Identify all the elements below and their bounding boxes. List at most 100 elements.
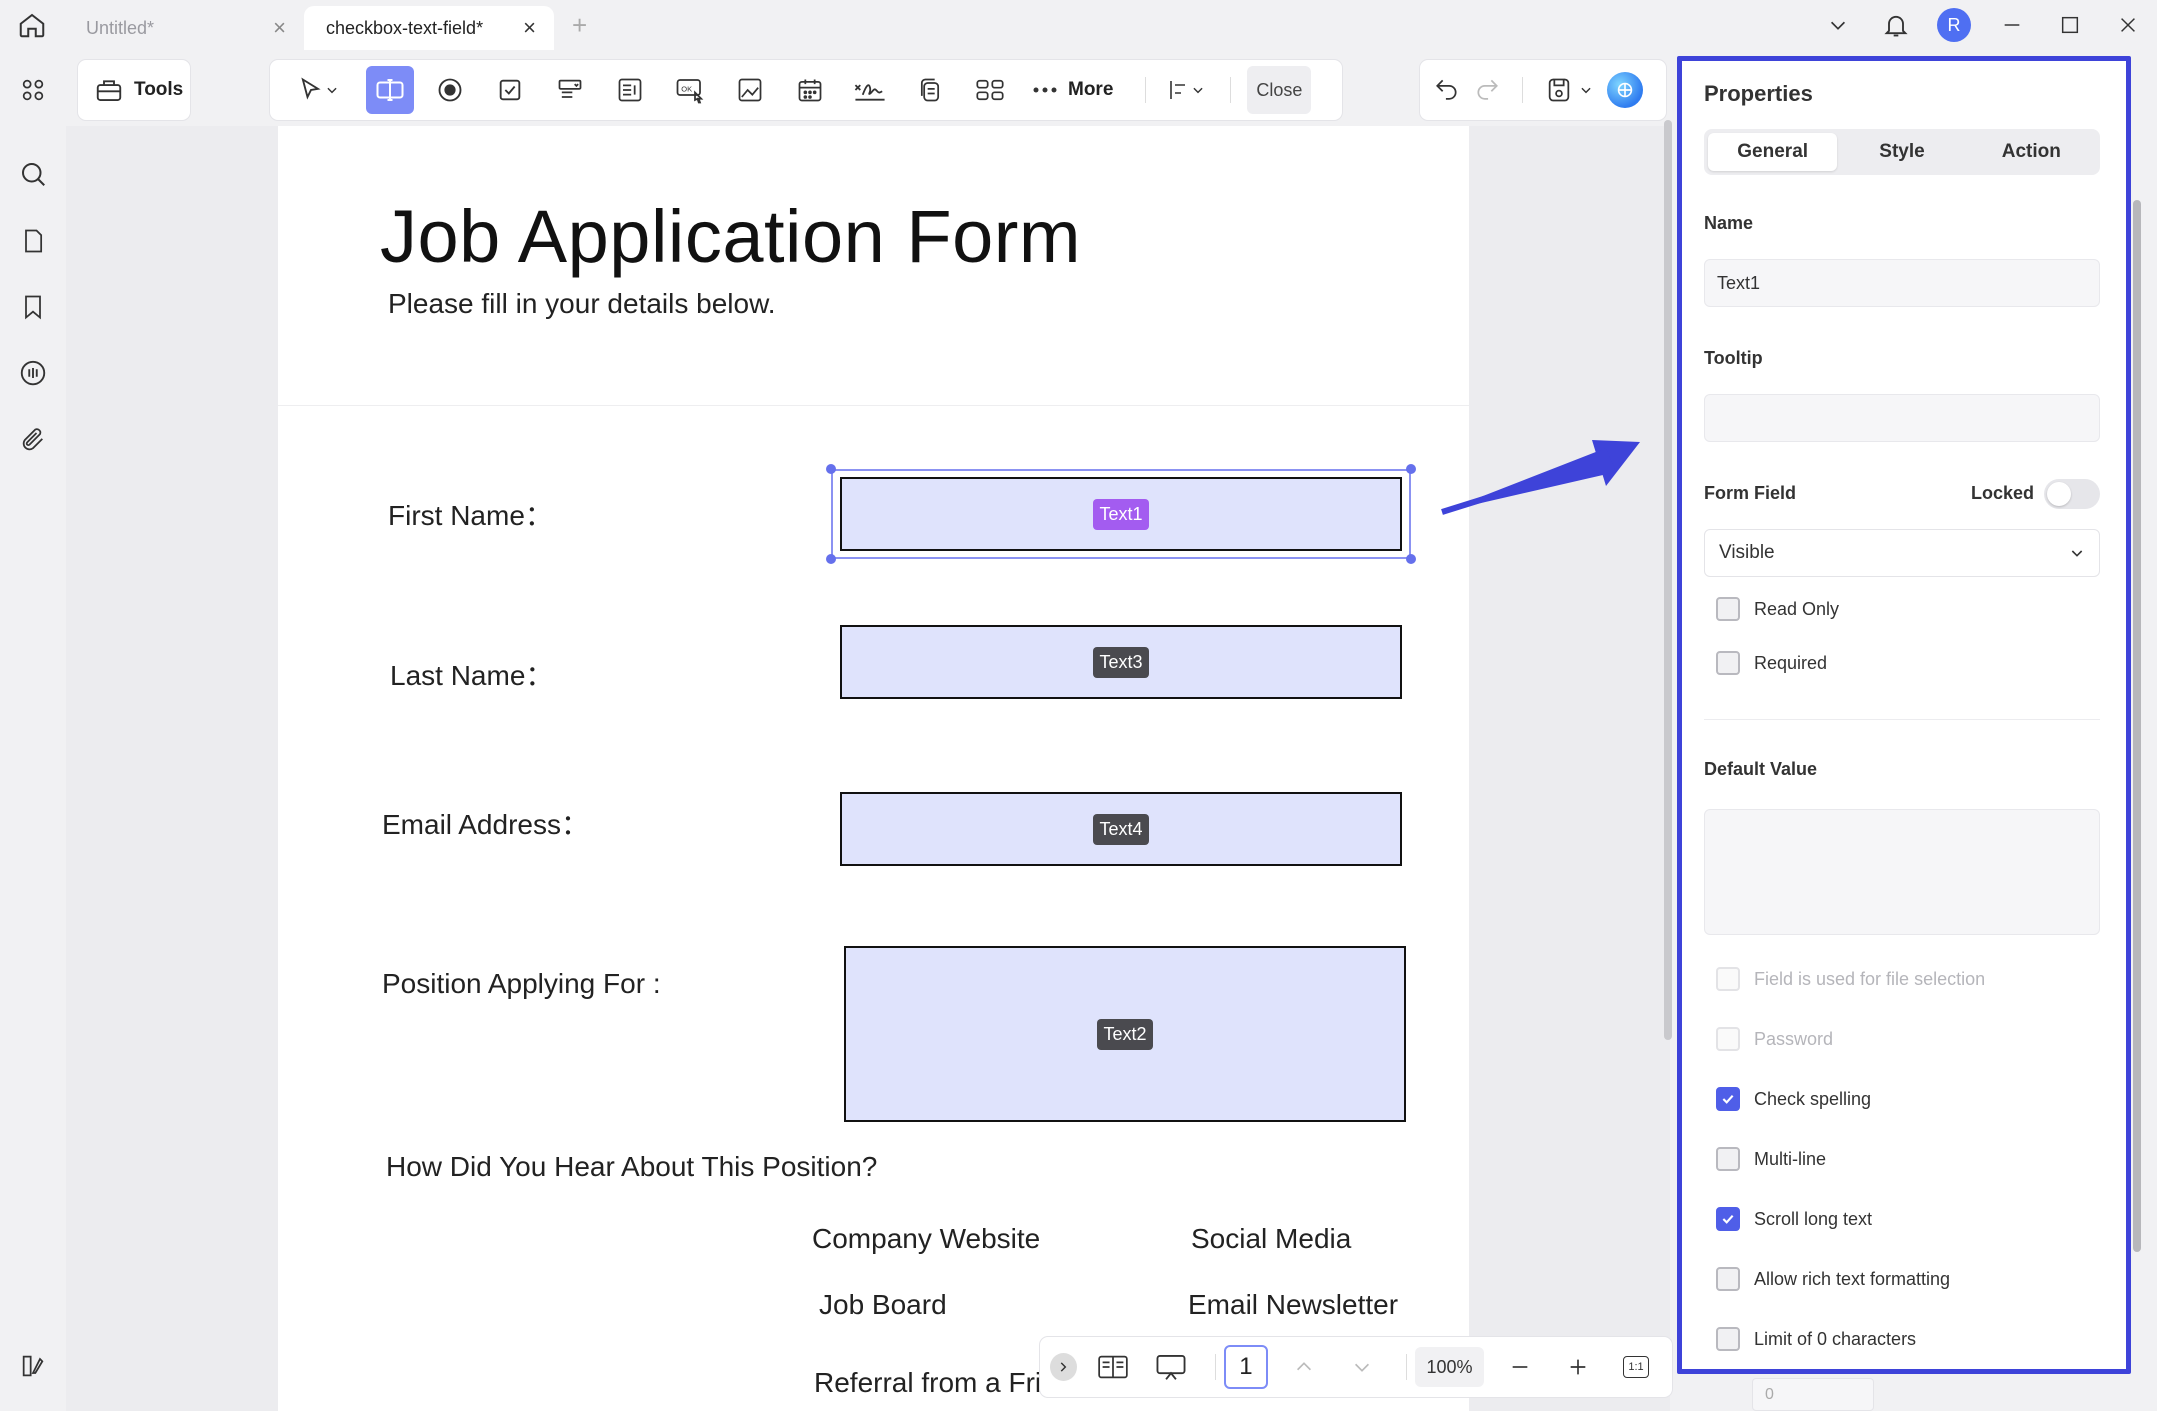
character-limit-checkbox[interactable] xyxy=(1716,1327,1740,1351)
close-icon[interactable]: × xyxy=(523,17,536,39)
position-label: Position Applying For : xyxy=(382,968,661,999)
text-field-tool-button[interactable] xyxy=(366,66,414,114)
zoom-out-button[interactable] xyxy=(1498,1344,1542,1390)
tab-action[interactable]: Action xyxy=(1967,133,2096,171)
character-limit-stepper[interactable]: 0 xyxy=(1752,1378,1874,1411)
required-label: Required xyxy=(1754,652,1828,673)
resize-handle[interactable] xyxy=(1406,464,1416,474)
last-name-label: Last Name： xyxy=(390,660,554,691)
required-option[interactable]: Required xyxy=(1716,651,1827,675)
close-button[interactable]: Close xyxy=(1247,66,1312,114)
more-button[interactable]: More xyxy=(1032,79,1113,101)
multi-line-checkbox[interactable] xyxy=(1716,1147,1740,1171)
copy-fields-tool-button[interactable] xyxy=(906,66,954,114)
signature-tool-button[interactable] xyxy=(846,66,894,114)
read-only-option[interactable]: Read Only xyxy=(1716,597,1839,621)
properties-scrollbar[interactable] xyxy=(2133,200,2141,1252)
character-limit-value: 0 xyxy=(1765,1385,1774,1403)
locked-toggle[interactable] xyxy=(2044,479,2100,509)
sidebar-item-comments[interactable] xyxy=(13,353,53,393)
plus-icon xyxy=(1570,1359,1586,1375)
sidebar-item-thumbnails[interactable] xyxy=(13,70,53,110)
align-tool-button[interactable] xyxy=(1154,66,1218,114)
form-field-label: Form Field xyxy=(1704,483,1797,503)
tab-general[interactable]: General xyxy=(1708,133,1838,171)
checkbox-tool-button[interactable] xyxy=(486,66,534,114)
user-menu[interactable]: R xyxy=(1925,0,1983,50)
tab-untitled[interactable]: Untitled* × xyxy=(64,6,304,50)
read-only-checkbox[interactable] xyxy=(1716,597,1740,621)
image-tool-button[interactable] xyxy=(726,66,774,114)
resize-handle[interactable] xyxy=(826,554,836,564)
plus-icon[interactable]: + xyxy=(572,10,587,41)
tab-checkbox-text-field[interactable]: checkbox-text-field* × xyxy=(304,6,554,50)
button-tool-button[interactable]: OK xyxy=(666,66,714,114)
text-field-last-name[interactable]: Text3 xyxy=(840,625,1402,699)
close-window-button[interactable] xyxy=(2099,0,2157,50)
zoom-in-button[interactable] xyxy=(1556,1344,1600,1390)
resize-handle[interactable] xyxy=(826,464,836,474)
undo-icon xyxy=(1436,79,1457,100)
default-value-input[interactable] xyxy=(1704,809,2100,935)
next-page-button[interactable] xyxy=(1340,1344,1384,1390)
maximize-button[interactable] xyxy=(2041,0,2099,50)
text-field-first-name[interactable]: Text1 xyxy=(840,477,1402,551)
actual-size-button[interactable]: 1:1 xyxy=(1614,1344,1658,1390)
redo-button[interactable] xyxy=(1474,75,1500,106)
character-limit-option[interactable]: Limit of 0 characters xyxy=(1716,1327,1916,1351)
text-field-email[interactable]: Text4 xyxy=(840,792,1402,866)
presentation-button[interactable] xyxy=(1149,1344,1193,1390)
sidebar-item-search[interactable] xyxy=(13,154,53,194)
scroll-long-text-option[interactable]: Scroll long text xyxy=(1716,1207,1872,1231)
name-input[interactable] xyxy=(1704,259,2100,307)
zoom-level[interactable]: 100% xyxy=(1415,1347,1484,1387)
list-box-tool-button[interactable] xyxy=(606,66,654,114)
required-checkbox[interactable] xyxy=(1716,651,1740,675)
form-toolbar: OK More Close xyxy=(270,60,1342,120)
check-spelling-label: Check spelling xyxy=(1754,1088,1872,1109)
page-layout-button[interactable] xyxy=(1091,1344,1135,1390)
check-spelling-checkbox[interactable] xyxy=(1716,1087,1740,1111)
select-tool-button[interactable] xyxy=(282,66,354,114)
tabs-dropdown-button[interactable] xyxy=(1809,0,1867,50)
resize-handle[interactable] xyxy=(1406,554,1416,564)
sidebar-item-attachments[interactable] xyxy=(13,420,53,460)
rich-text-option[interactable]: Allow rich text formatting xyxy=(1716,1267,1950,1291)
document-scrollbar[interactable] xyxy=(1664,120,1672,1040)
save-button[interactable] xyxy=(1545,76,1593,104)
visibility-select[interactable]: Visible xyxy=(1704,529,2100,577)
password-label: Password xyxy=(1754,1028,1834,1049)
combo-box-tool-button[interactable] xyxy=(546,66,594,114)
page-number-input[interactable]: 1 xyxy=(1223,1345,1269,1389)
avatar[interactable]: R xyxy=(1937,8,1971,42)
more-label: More xyxy=(1068,79,1114,100)
date-tool-button[interactable] xyxy=(786,66,834,114)
multi-line-option[interactable]: Multi-line xyxy=(1716,1147,1826,1171)
close-icon xyxy=(2121,18,2135,32)
grid-tool-button[interactable] xyxy=(966,66,1014,114)
tab-style[interactable]: Style xyxy=(1837,133,1966,171)
minimize-button[interactable] xyxy=(1983,0,2041,50)
option-job-board: Job Board xyxy=(819,1289,947,1320)
redo-icon xyxy=(1477,79,1498,100)
close-icon[interactable]: × xyxy=(273,17,286,39)
sidebar-item-bookmarks[interactable] xyxy=(13,287,53,327)
text-field-position[interactable]: Text2 xyxy=(844,946,1406,1122)
undo-button[interactable] xyxy=(1434,75,1460,106)
home-button[interactable] xyxy=(0,0,64,50)
ai-assistant-button[interactable] xyxy=(1607,72,1643,108)
name-label: Name xyxy=(1704,213,1754,233)
previous-page-button[interactable] xyxy=(1282,1344,1326,1390)
home-icon xyxy=(19,13,45,38)
tooltip-input[interactable] xyxy=(1704,394,2100,442)
sidebar-item-themes[interactable] xyxy=(13,1346,53,1386)
tools-button[interactable]: Tools xyxy=(78,60,190,120)
radio-button-tool-button[interactable] xyxy=(426,66,474,114)
rich-text-checkbox[interactable] xyxy=(1716,1267,1740,1291)
scroll-long-text-checkbox[interactable] xyxy=(1716,1207,1740,1231)
ok-button-icon: OK xyxy=(676,79,704,104)
sidebar-item-pages[interactable] xyxy=(13,221,53,261)
notifications-button[interactable] xyxy=(1867,0,1925,50)
check-spelling-option[interactable]: Check spelling xyxy=(1716,1087,1871,1111)
collapse-button[interactable] xyxy=(1050,1353,1077,1381)
